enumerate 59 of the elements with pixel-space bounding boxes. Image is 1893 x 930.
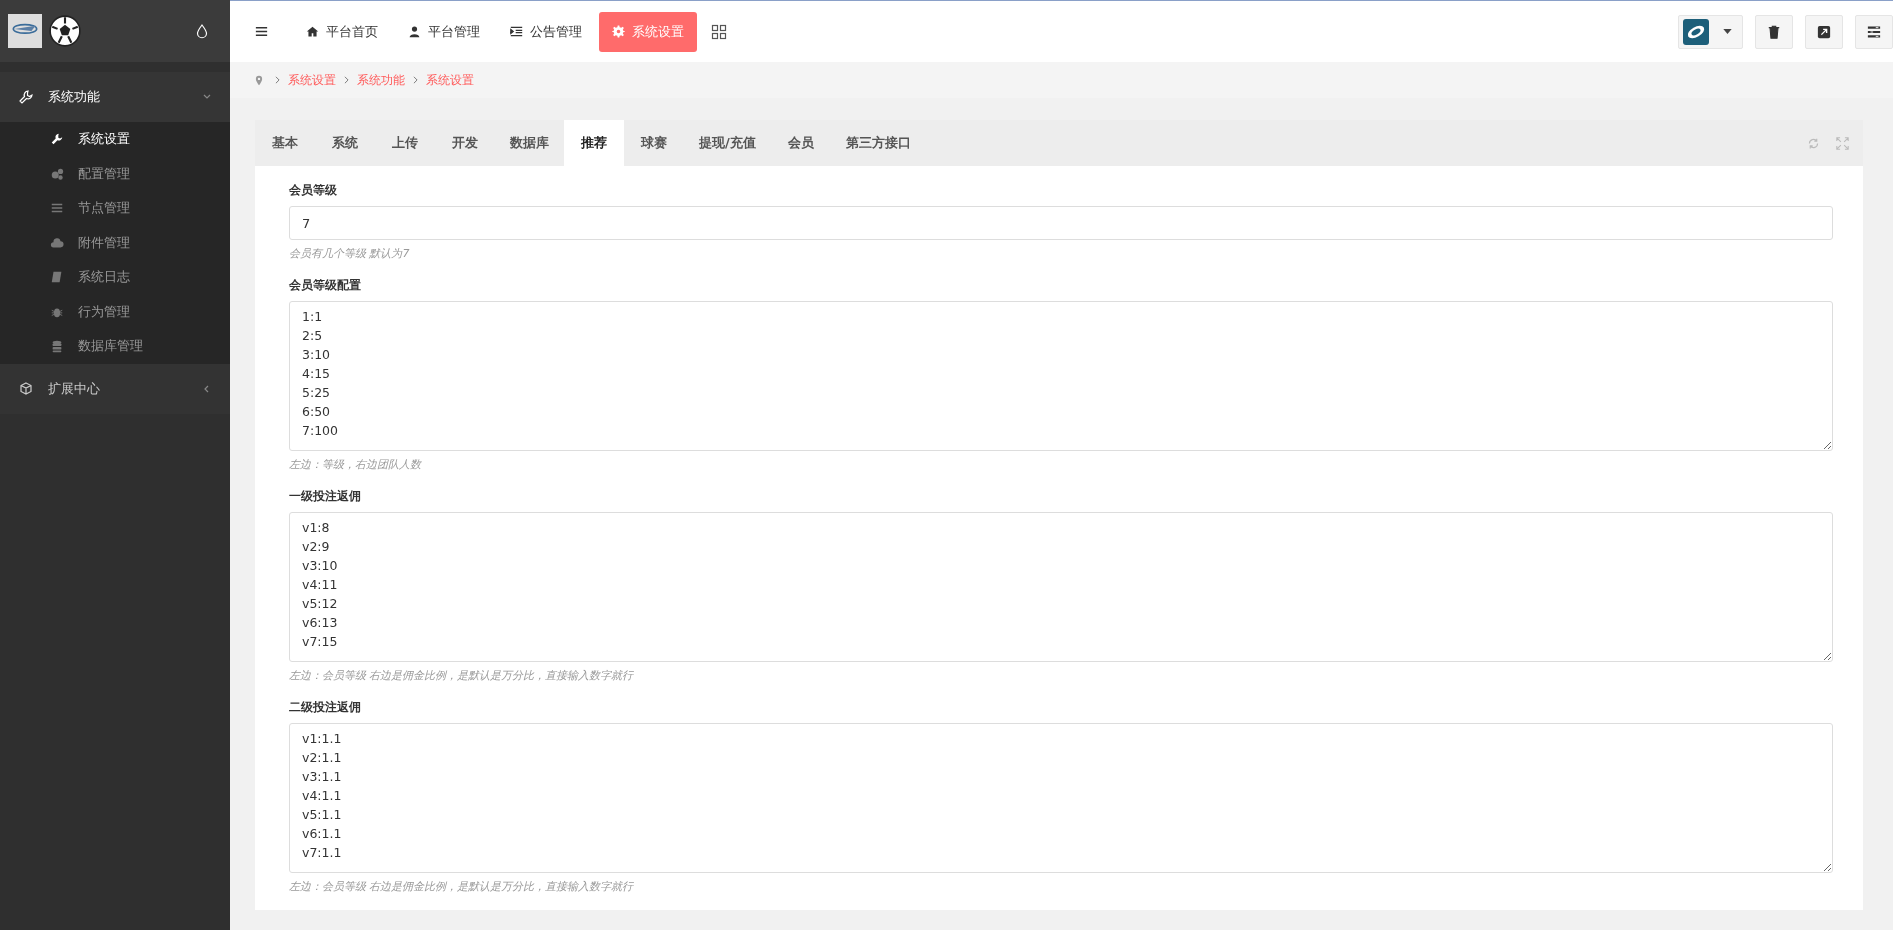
- help-text: 会员有几个等级 默认为7: [289, 246, 411, 261]
- list-icon: [1867, 24, 1881, 39]
- sidebar-item[interactable]: 行为管理: [0, 294, 230, 329]
- panel-menu-button[interactable]: [1855, 14, 1893, 49]
- tab[interactable]: 第三方接口: [830, 120, 926, 166]
- tab[interactable]: 球赛: [624, 120, 684, 166]
- chevron-right-icon: [413, 76, 418, 84]
- user-icon: [408, 25, 421, 38]
- chevron-right-icon: [275, 76, 280, 84]
- avatar-icon: [1683, 18, 1709, 45]
- home-icon: [306, 25, 319, 38]
- field-label: 二级投注返佣: [289, 699, 362, 716]
- gear-icon: [612, 25, 625, 38]
- menu-group[interactable]: 系统功能: [0, 72, 230, 122]
- chevron-right-icon: [344, 76, 349, 84]
- field-label: 会员等级: [289, 182, 338, 199]
- sidebar-item[interactable]: 系统日志: [0, 260, 230, 295]
- sidebar-item[interactable]: 节点管理: [0, 191, 230, 226]
- field-label: 一级投注返佣: [289, 488, 362, 505]
- nav-button[interactable]: 平台首页: [293, 11, 391, 52]
- wrench-icon: [18, 89, 34, 105]
- tab[interactable]: 数据库: [495, 120, 564, 166]
- sidebar-item[interactable]: 数据库管理: [0, 329, 230, 364]
- droplet-icon[interactable]: [196, 23, 208, 39]
- caret-icon: [1723, 29, 1732, 34]
- external-link-button[interactable]: [1805, 14, 1843, 49]
- text-area[interactable]: v1:8 v2:9 v3:10 v4:11 v5:12 v6:13 v7:15: [289, 512, 1833, 662]
- help-text: 左边：会员等级 右边是佣金比例，是默认是万分比，直接输入数字就行: [289, 879, 635, 894]
- text-area[interactable]: v1:1.1 v2:1.1 v3:1.1 v4:1.1 v5:1.1 v6:1.1 v7:1.1: [289, 723, 1833, 873]
- map-pin-icon: [255, 74, 263, 86]
- external-link-icon: [1817, 24, 1831, 39]
- database-icon: [50, 339, 64, 354]
- field-label: 会员等级配置: [289, 277, 362, 294]
- text-area[interactable]: 1:1 2:5 3:10 4:15 5:25 6:50 7:100: [289, 301, 1833, 451]
- soccer-ball-icon: [48, 14, 82, 48]
- trash-icon: [1767, 24, 1781, 39]
- menu-icon[interactable]: [254, 24, 269, 39]
- nav-button[interactable]: 公告管理: [497, 11, 595, 52]
- tab[interactable]: 上传: [375, 120, 435, 166]
- tab[interactable]: 系统: [315, 120, 375, 166]
- sidebar-item[interactable]: 系统设置: [0, 122, 230, 157]
- account-dropdown-button[interactable]: [1678, 14, 1743, 49]
- wrench-icon: [50, 132, 64, 147]
- tab[interactable]: 开发: [435, 120, 495, 166]
- tab[interactable]: 基本: [255, 120, 315, 166]
- trash-button[interactable]: [1755, 14, 1793, 49]
- grid-icon[interactable]: [711, 23, 727, 40]
- sidebar-item[interactable]: 配置管理: [0, 156, 230, 191]
- menu-group[interactable]: 扩展中心: [0, 363, 230, 414]
- tab[interactable]: 会员: [770, 120, 831, 166]
- cloud-icon: [50, 235, 64, 250]
- help-text: 左边：等级，右边团队人数: [289, 457, 423, 472]
- sidebar-item[interactable]: 附件管理: [0, 225, 230, 260]
- indent-icon: [510, 25, 523, 38]
- input-field[interactable]: 7: [289, 206, 1833, 240]
- tab[interactable]: 推荐: [564, 120, 624, 166]
- tab[interactable]: 提现/充值: [684, 120, 771, 166]
- help-text: 左边：会员等级 右边是佣金比例，是默认是万分比，直接输入数字就行: [289, 668, 635, 683]
- nav-button[interactable]: 平台管理: [395, 11, 493, 52]
